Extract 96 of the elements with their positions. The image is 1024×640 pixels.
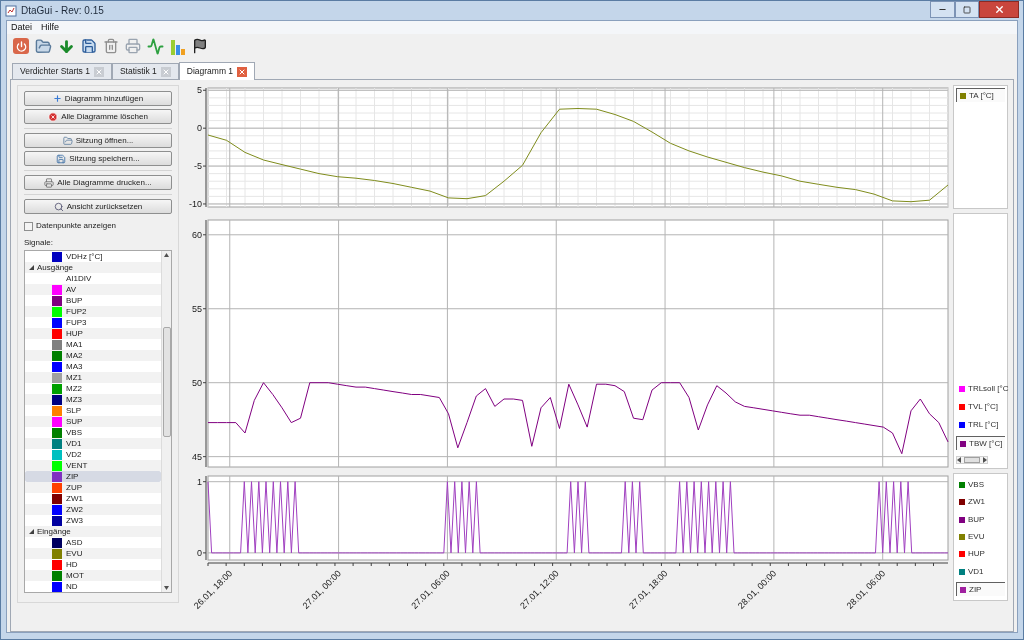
axis-label: 55 (192, 303, 202, 314)
legend-label: ZW1 (968, 496, 985, 509)
legend-item[interactable]: BUP (956, 512, 1005, 527)
delete-icon (48, 111, 59, 122)
axis-label: -10 (189, 198, 202, 209)
legend-label: VD1 (968, 565, 984, 578)
action-button[interactable]: Alle Diagramme löschen (24, 109, 172, 124)
axis-label: 50 (192, 377, 202, 388)
tree-group[interactable]: Eingänge (25, 526, 161, 537)
expand-icon[interactable] (29, 265, 34, 270)
legend-label: TRL [°C] (968, 419, 999, 431)
legend-label: VBS (968, 478, 984, 491)
download-icon[interactable] (58, 37, 75, 55)
signal-item[interactable]: ZUP (25, 482, 161, 493)
minimize-button[interactable] (930, 1, 955, 18)
legend-label: BUP (968, 513, 985, 526)
legend-item[interactable]: VD1 (956, 564, 1005, 579)
power-icon[interactable] (13, 38, 29, 54)
maximize-button[interactable] (955, 1, 979, 18)
legend-label: TVL [°C] (968, 401, 999, 413)
signal-item[interactable]: MA2 (25, 350, 161, 361)
scrollbar-thumb[interactable] (162, 326, 171, 437)
expand-icon[interactable] (29, 529, 34, 534)
signal-item[interactable]: VENT (25, 460, 161, 471)
legend-item[interactable]: ZW1 (956, 495, 1005, 510)
save-icon (56, 153, 67, 164)
axis-label: 60 (192, 229, 202, 240)
scroll-down-icon[interactable] (164, 586, 169, 590)
tab[interactable]: Statistik 1 (111, 63, 179, 79)
signal-item[interactable]: ZW2 (25, 504, 161, 515)
legend-label: HUP (968, 548, 985, 561)
scrollbar[interactable] (161, 251, 171, 592)
tree-group[interactable]: Ausgänge (25, 262, 161, 273)
save-icon[interactable] (81, 38, 97, 54)
legend-item[interactable]: EVU (956, 529, 1005, 544)
signal-item[interactable]: EVU (25, 548, 161, 559)
scroll-left-icon[interactable] (957, 457, 962, 463)
signal-item[interactable]: MOT (25, 570, 161, 581)
legend-item[interactable]: HUP (956, 547, 1005, 562)
legend-item[interactable]: TVL [°C] (956, 400, 1005, 414)
close-button[interactable] (979, 1, 1019, 18)
action-button[interactable]: Sitzung öffnen... (24, 133, 172, 148)
legend-item[interactable]: TRL [°C] (956, 418, 1005, 432)
checkbox[interactable] (24, 221, 33, 231)
signal-item[interactable]: MZ1 (25, 372, 161, 383)
plus-icon (52, 94, 62, 103)
tab[interactable]: Verdichter Starts 1 (12, 63, 112, 79)
action-button[interactable]: Diagramm hinzufügen (24, 91, 172, 106)
signal-item[interactable]: HUP (25, 328, 161, 339)
flag-icon[interactable] (192, 38, 208, 54)
printer-icon[interactable] (125, 38, 141, 54)
legend-label: TBW [°C] (969, 437, 1003, 450)
action-button[interactable]: Sitzung speichern... (24, 151, 172, 166)
printer-icon (44, 177, 55, 188)
scroll-right-icon[interactable] (982, 457, 987, 463)
folder-icon (62, 135, 73, 146)
axis-label: 45 (192, 451, 202, 462)
action-button[interactable]: Ansicht zurücksetzen (24, 199, 172, 214)
menu-item[interactable]: Datei (11, 20, 32, 35)
tab[interactable]: Diagramm 1 (178, 62, 256, 80)
checkbox-row[interactable]: Datenpunkte anzeigen (24, 220, 172, 232)
legend-label: ZIP (969, 583, 982, 596)
signal-item[interactable]: VD1 (25, 438, 161, 449)
legend-label: TRLsoll [°C (968, 383, 1009, 395)
axis-label: 1 (197, 476, 202, 487)
axis-label: 0 (197, 547, 202, 558)
legend-label: EVU (968, 530, 985, 543)
legend-item[interactable]: TA [°C] (956, 88, 1005, 102)
signal-item[interactable]: ZIP (25, 471, 161, 482)
close-icon (993, 4, 1005, 15)
scroll-up-icon[interactable] (164, 253, 169, 257)
maximize-icon (963, 5, 971, 14)
legend-item[interactable]: TBW [°C] (956, 436, 1005, 450)
section-label: Signale: (24, 237, 54, 249)
bar-chart-icon[interactable] (170, 37, 186, 55)
action-button[interactable]: Alle Diagramme drucken... (24, 175, 172, 190)
trash-icon[interactable] (103, 38, 119, 54)
folder-icon[interactable] (35, 37, 52, 55)
legend-item[interactable]: ZIP (956, 582, 1005, 597)
scrollbar[interactable] (956, 456, 988, 464)
app-icon (5, 4, 17, 17)
waveform-icon[interactable] (147, 37, 164, 55)
search-icon (53, 201, 64, 212)
signal-item[interactable]: SUP (25, 416, 161, 427)
signal-item[interactable]: MZ3 (25, 394, 161, 405)
scrollbar-thumb[interactable] (964, 457, 980, 463)
axis-label: 0 (197, 123, 202, 134)
signal-item[interactable]: FUP2 (25, 306, 161, 317)
menu-item[interactable]: Hilfe (41, 20, 60, 35)
legend-item[interactable]: VBS (956, 477, 1005, 492)
axis-label: 5 (197, 85, 202, 96)
axis-label: -5 (194, 161, 202, 172)
legend-label: TA [°C] (969, 89, 994, 102)
signal-item[interactable]: AV (25, 284, 161, 295)
tab-close-icon[interactable] (237, 66, 248, 77)
window-title: DtaGui - Rev: 0.15 (21, 4, 104, 18)
